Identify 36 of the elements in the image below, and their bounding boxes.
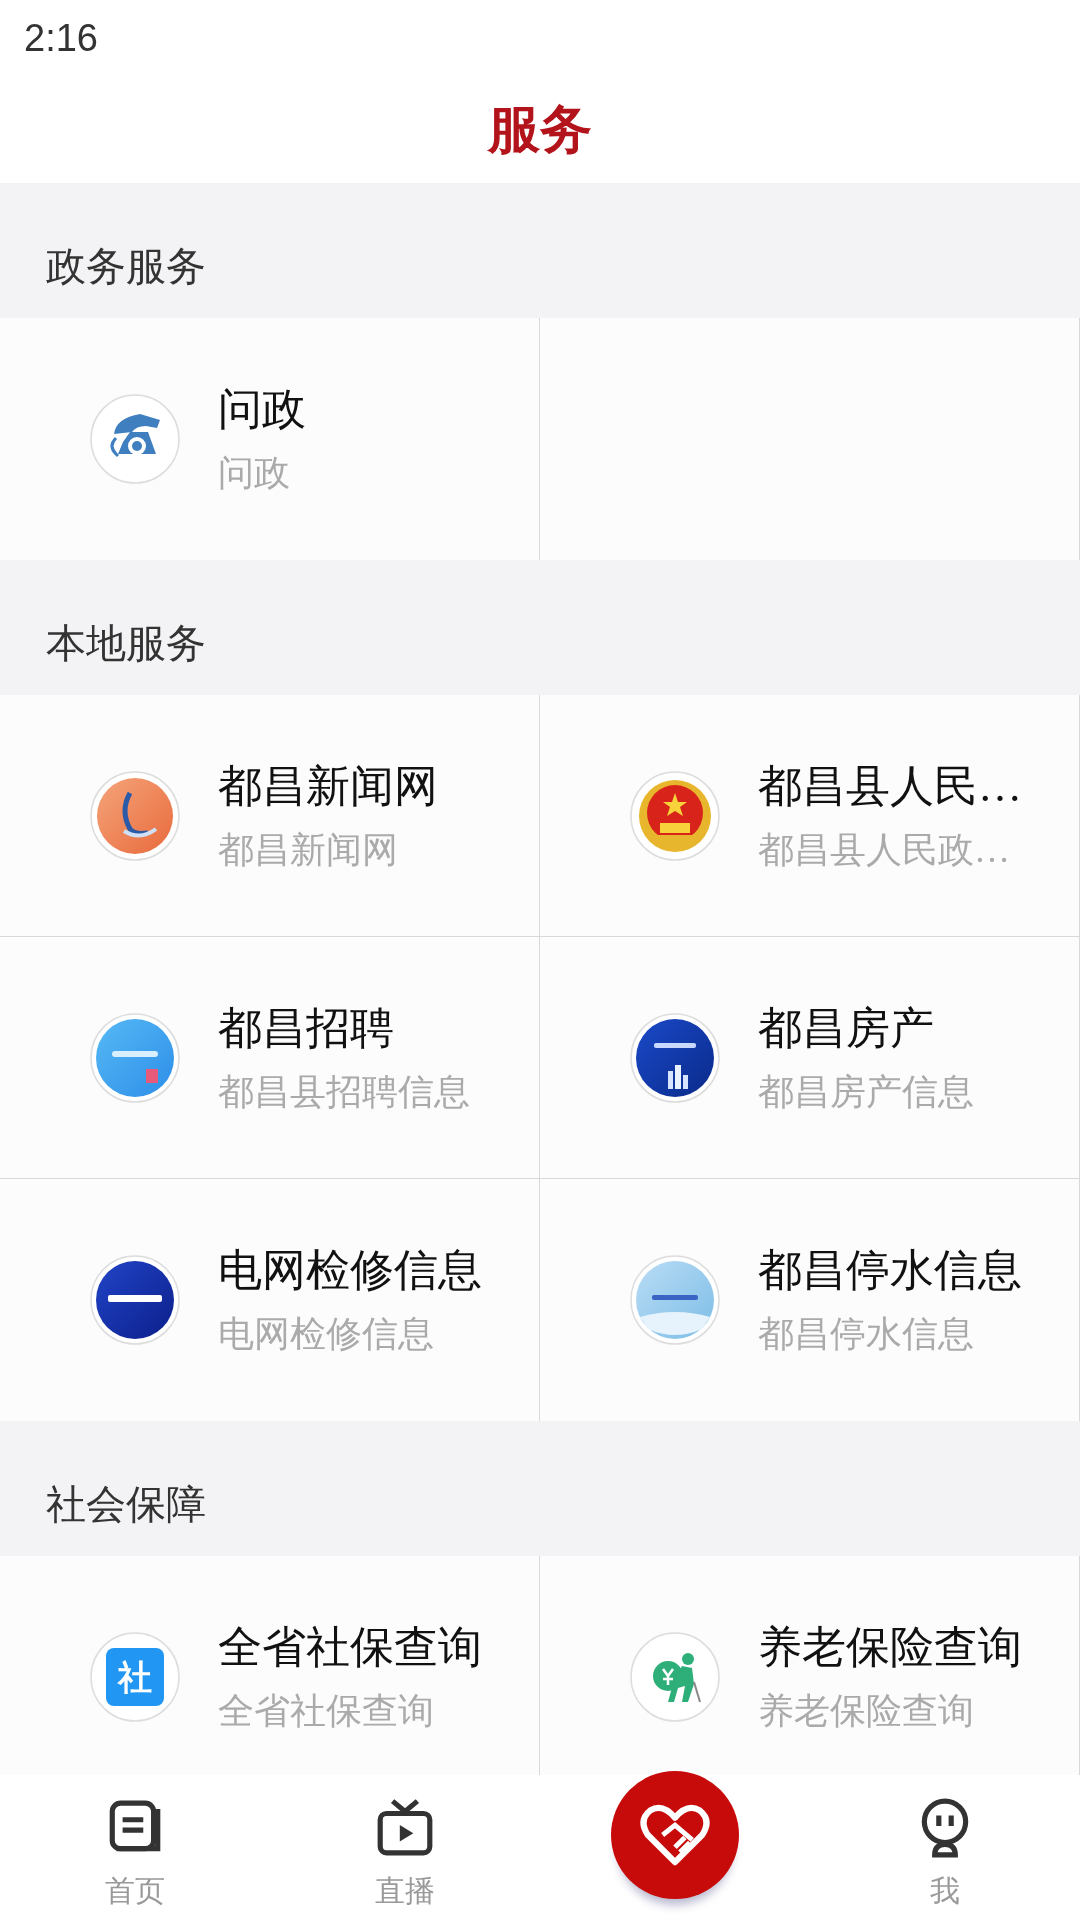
tile-subtitle: 都昌新闻网 [218,828,399,872]
tile-subtitle: 都昌房产信息 [758,1070,974,1114]
tile-title: 全省社保查询 [218,1622,482,1674]
logo-icon [90,1012,180,1103]
tile-subtitle: 都昌停水信息 [758,1313,975,1356]
pension-icon [630,1632,720,1722]
tile-title: 电网检修信息 [218,1245,482,1297]
logo-icon [90,1255,180,1345]
section-title: 社会保障 [46,1481,206,1529]
page-title: 服务 [488,99,592,160]
tile-title: 都昌房产 [758,1002,935,1055]
service-tile[interactable]: 都昌房产 都昌房产信息 [540,937,1080,1179]
status-time: 2:16 [24,16,98,60]
tile-subtitle: 问政 [218,452,291,495]
section-title: 本地服务 [46,620,206,668]
service-tile[interactable]: 都昌招聘 都昌县招聘信息 [0,937,540,1179]
tile-title: 都昌新闻网 [218,760,438,813]
emblem-icon [630,770,720,861]
tile-subtitle: 都昌县人民政… [758,828,1011,872]
section-title: 政务服务 [46,243,206,291]
tile-title: 都昌县人民… [758,760,1022,813]
logo-icon [630,1012,720,1103]
social-security-icon: 社 [90,1632,180,1722]
tile-title: 问政 [218,384,306,436]
tile-title: 都昌停水信息 [758,1245,1022,1297]
logo-icon [90,770,180,861]
phone-icon [90,394,180,484]
service-tile[interactable]: 都昌县人民… 都昌县人民政… [540,695,1080,937]
tile-title: 都昌招聘 [218,1002,395,1055]
tile-subtitle: 全省社保查询 [218,1690,435,1733]
logo-icon [630,1255,720,1345]
tile-subtitle: 养老保险查询 [758,1690,975,1733]
tile-subtitle: 电网检修信息 [218,1313,435,1356]
tile-subtitle: 都昌县招聘信息 [218,1070,470,1114]
service-tile[interactable]: 都昌新闻网 都昌新闻网 [0,695,540,937]
tile-title: 养老保险查询 [758,1622,1022,1674]
